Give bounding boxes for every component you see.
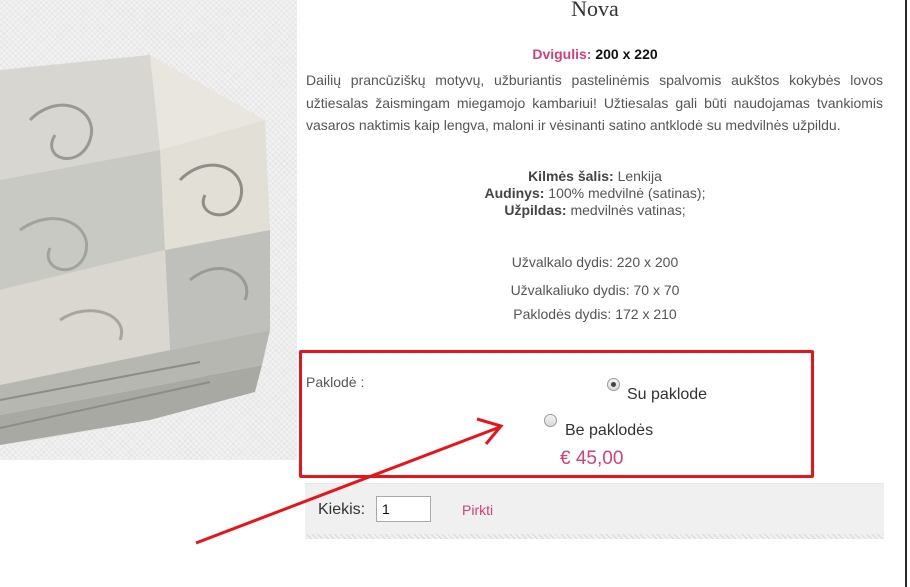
annotation-box [299, 350, 814, 478]
size-value: 200 x 220 [595, 46, 658, 62]
spec-key: Kilmės šalis: [528, 168, 614, 184]
quantity-label: Kiekis: [318, 501, 366, 518]
dim-pillowcase: Užvalkaliuko dydis: 70 x 70 [510, 282, 680, 298]
product-title: Nova [571, 0, 619, 21]
quilt-photo [0, 55, 270, 445]
quantity-input[interactable] [376, 496, 431, 522]
spec-value: Lenkija [617, 168, 662, 184]
spec-origin: Kilmės šalis: Lenkija [300, 168, 890, 185]
product-specs: Kilmės šalis: Lenkija Audinys: 100% medv… [300, 168, 890, 219]
product-description: Dailių prancūziškų motyvų, užburiantis p… [306, 72, 883, 133]
size-label: Dvigulis: [532, 46, 592, 62]
spec-value: medvilnės vatinas; [570, 202, 686, 218]
window-edge [905, 0, 907, 587]
spec-key: Audinys: [484, 185, 545, 201]
spec-value: 100% medvilnė (satinas); [548, 185, 706, 201]
buy-link[interactable]: Pirkti [462, 502, 493, 518]
spec-fabric: Audinys: 100% medvilnė (satinas); [300, 185, 890, 202]
product-image [0, 0, 297, 460]
buy-bar: Kiekis: Pirkti [305, 483, 884, 539]
size-line: Dvigulis: 200 x 220 [300, 46, 890, 62]
dim-duvet-cover: Užvalkalo dydis: 220 x 200 [511, 254, 679, 270]
spec-key: Užpildas: [504, 202, 567, 218]
dim-sheet: Paklodės dydis: 172 x 210 [513, 306, 677, 322]
spec-filling: Užpildas: medvilnės vatinas; [300, 202, 890, 219]
